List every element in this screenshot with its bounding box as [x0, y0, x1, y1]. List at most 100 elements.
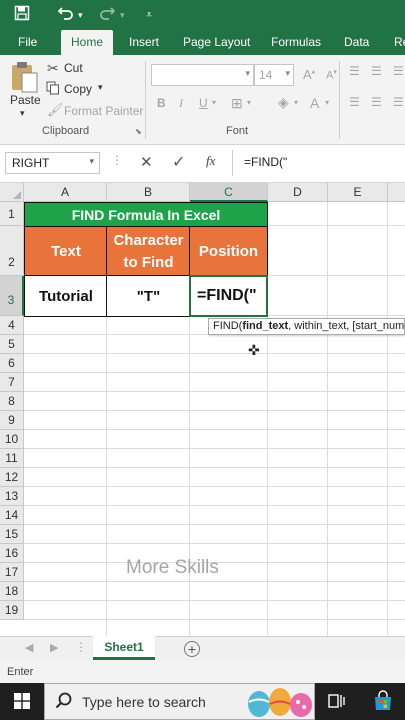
row-header-13[interactable]: 13: [0, 487, 24, 506]
tab-data[interactable]: Data: [344, 30, 369, 55]
row-header-9[interactable]: 9: [0, 411, 24, 430]
column-header-f[interactable]: [388, 183, 405, 202]
next-sheet-icon[interactable]: ▶: [50, 641, 58, 654]
tab-review[interactable]: Re: [394, 30, 405, 55]
clipboard-launcher-icon[interactable]: ⬊: [135, 127, 142, 136]
redo-dropdown-icon[interactable]: ▾: [120, 5, 125, 25]
cut-button[interactable]: Cut: [64, 61, 83, 75]
enter-icon[interactable]: ✓: [172, 152, 185, 172]
gridline: [24, 619, 405, 620]
formula-bar: RIGHT ▾ ⋮ ✕ ✓ fx =FIND(": [0, 145, 405, 183]
prev-sheet-icon[interactable]: ◀: [25, 641, 33, 654]
paste-icon[interactable]: [9, 60, 39, 94]
gridline: [24, 410, 405, 411]
row-header-10[interactable]: 10: [0, 430, 24, 449]
gridline: [24, 581, 405, 582]
tab-insert[interactable]: Insert: [129, 30, 159, 55]
sheet-tab-sheet1[interactable]: Sheet1: [93, 636, 155, 660]
undo-icon[interactable]: [57, 5, 75, 27]
customize-icon[interactable]: ⩡: [146, 5, 152, 25]
save-icon[interactable]: [14, 5, 30, 27]
row-header-14[interactable]: 14: [0, 506, 24, 525]
column-header-d[interactable]: D: [268, 183, 328, 202]
header-character-cell[interactable]: Character to Find: [106, 226, 191, 277]
underline-dropdown-icon[interactable]: ▾: [212, 98, 216, 107]
decrease-font-icon[interactable]: A▾: [326, 68, 337, 82]
tab-home[interactable]: Home: [61, 30, 114, 55]
gridline: [24, 391, 405, 392]
insert-function-icon[interactable]: fx: [206, 153, 215, 169]
redo-icon[interactable]: [98, 5, 116, 27]
fill-color-dropdown-icon[interactable]: ▾: [294, 98, 298, 107]
column-header-b[interactable]: B: [107, 183, 190, 202]
task-view-icon[interactable]: [328, 692, 346, 713]
cell-a3[interactable]: Tutorial: [24, 275, 108, 317]
row-header-17[interactable]: 17: [0, 563, 24, 582]
row-header-7[interactable]: 7: [0, 373, 24, 392]
row-header-5[interactable]: 5: [0, 335, 24, 354]
row-header-12[interactable]: 12: [0, 468, 24, 487]
tab-formulas[interactable]: Formulas: [271, 30, 321, 55]
tooltip-current-arg[interactable]: find_text: [242, 320, 288, 332]
table-title-cell[interactable]: FIND Formula In Excel: [24, 202, 268, 227]
underline-button[interactable]: U: [199, 96, 208, 110]
row-header-1[interactable]: 1: [0, 202, 24, 226]
row-header-16[interactable]: 16: [0, 544, 24, 563]
align-center-icon[interactable]: ☰: [371, 95, 382, 109]
cell-b3[interactable]: "T": [106, 275, 191, 317]
header-position-cell[interactable]: Position: [189, 226, 268, 277]
formula-input[interactable]: =FIND(": [244, 155, 287, 169]
bold-button[interactable]: B: [157, 96, 166, 110]
header-text-cell[interactable]: Text: [24, 226, 108, 277]
increase-font-icon[interactable]: A▴: [303, 67, 315, 82]
font-color-dropdown-icon[interactable]: ▾: [325, 98, 329, 107]
font-name-dropdown[interactable]: ▾: [151, 64, 254, 86]
select-all-corner[interactable]: [0, 183, 24, 202]
gridline: [24, 372, 405, 373]
italic-button[interactable]: I: [179, 96, 183, 111]
chevron-down-icon: ▾: [245, 68, 250, 78]
separator: [232, 150, 233, 176]
active-cell-c3[interactable]: =FIND(": [189, 275, 268, 317]
fill-color-icon[interactable]: ◈: [278, 94, 289, 111]
row-header-15[interactable]: 15: [0, 525, 24, 544]
column-header-e[interactable]: E: [328, 183, 388, 202]
align-left-icon[interactable]: ☰: [349, 95, 360, 109]
name-box[interactable]: RIGHT ▾: [5, 152, 100, 174]
row-header-8[interactable]: 8: [0, 392, 24, 411]
status-bar: Enter: [0, 660, 405, 683]
borders-icon[interactable]: ⊞: [231, 95, 243, 112]
copy-dropdown-icon[interactable]: ▾: [98, 82, 103, 93]
font-color-icon[interactable]: A: [310, 95, 319, 111]
align-right-icon[interactable]: ☰: [393, 95, 404, 109]
row-header-6[interactable]: 6: [0, 354, 24, 373]
paste-dropdown-icon[interactable]: ▾: [20, 108, 25, 119]
copy-button[interactable]: Copy: [64, 82, 92, 96]
align-bottom-icon[interactable]: ☰: [393, 64, 404, 78]
gridline: [24, 524, 405, 525]
tab-file[interactable]: File: [18, 30, 37, 55]
align-top-icon[interactable]: ☰: [349, 64, 360, 78]
taskbar-search-box[interactable]: Type here to search: [44, 683, 315, 720]
row-header-2[interactable]: 2: [0, 226, 24, 276]
paste-button[interactable]: Paste: [10, 93, 41, 107]
format-painter-button[interactable]: Format Painter: [64, 104, 143, 118]
cancel-icon[interactable]: ✕: [140, 153, 153, 171]
column-header-a[interactable]: A: [24, 183, 107, 202]
row-header-3[interactable]: 3: [0, 276, 24, 316]
row-header-11[interactable]: 11: [0, 449, 24, 468]
function-tooltip[interactable]: FIND(find_text, within_text, [start_num: [208, 318, 405, 335]
borders-dropdown-icon[interactable]: ▾: [247, 98, 251, 107]
undo-dropdown-icon[interactable]: ▾: [78, 5, 83, 25]
row-header-19[interactable]: 19: [0, 601, 24, 620]
align-middle-icon[interactable]: ☰: [371, 64, 382, 78]
windows-start-icon[interactable]: [14, 693, 30, 712]
row-header-18[interactable]: 18: [0, 582, 24, 601]
column-header-c[interactable]: C: [190, 183, 268, 202]
tab-page-layout[interactable]: Page Layout: [183, 30, 250, 55]
store-icon[interactable]: [372, 690, 394, 715]
font-size-dropdown[interactable]: 14 ▾: [254, 64, 294, 86]
row-header-4[interactable]: 4: [0, 316, 24, 335]
worksheet-grid[interactable]: A B C D E 1 2 3 4 5 6 7 8 9 10 11 12 13 …: [0, 183, 405, 636]
add-sheet-icon[interactable]: +: [184, 641, 200, 657]
